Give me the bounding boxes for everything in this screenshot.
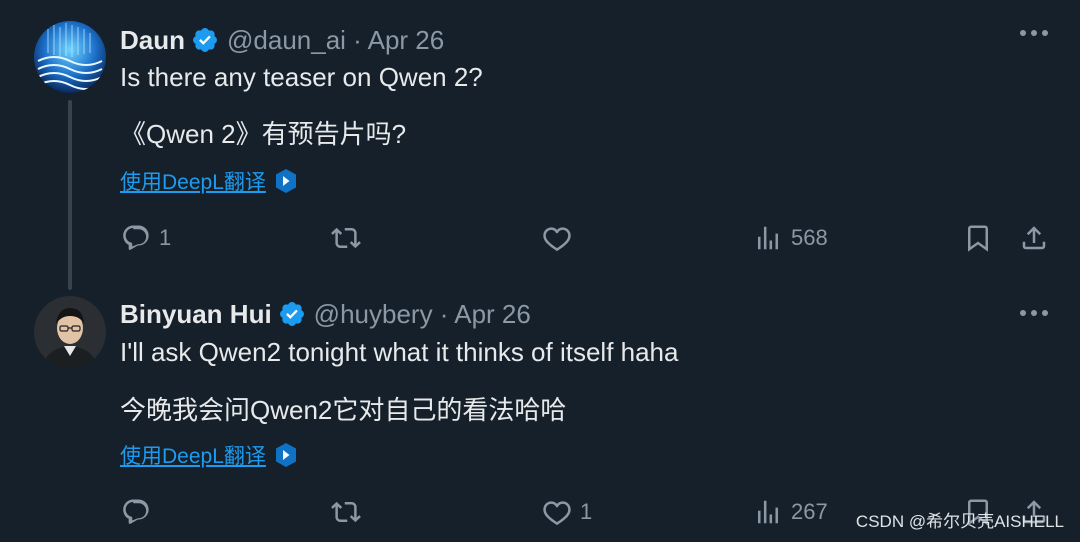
retweet-icon — [331, 227, 361, 249]
share-icon — [1022, 226, 1046, 250]
tweet-text-translated: 今晚我会问Qwen2它对自己的看法哈哈 — [120, 395, 567, 425]
share-button[interactable] — [1019, 220, 1049, 256]
reply-count: 1 — [159, 225, 172, 250]
deepl-icon — [274, 442, 298, 468]
like-button[interactable]: 1 — [542, 494, 592, 530]
like-icon — [543, 227, 571, 252]
tweet-text-translated: 《Qwen 2》有预告片吗? — [120, 119, 407, 149]
like-button[interactable] — [542, 220, 580, 256]
tweet[interactable]: Binyuan Hui @huybery · Apr 26 I'll ask Q… — [0, 290, 1080, 542]
reply-icon — [123, 225, 149, 250]
handle-and-date[interactable]: @daun_ai · Apr 26 — [227, 25, 444, 56]
reply-icon — [123, 499, 149, 524]
reply-button[interactable] — [121, 494, 159, 530]
author-name[interactable]: Binyuan Hui — [120, 299, 272, 330]
views-button[interactable]: 267 — [753, 494, 828, 530]
verified-badge-icon — [191, 26, 219, 54]
translate-label: 使用DeepL翻译 — [120, 445, 266, 468]
translate-link[interactable]: 使用DeepL翻译 — [120, 440, 298, 470]
avatar[interactable] — [34, 21, 106, 93]
views-icon — [758, 500, 778, 524]
views-button[interactable]: 568 — [753, 220, 828, 256]
author-name[interactable]: Daun — [120, 25, 185, 56]
avatar[interactable] — [34, 296, 106, 368]
handle-and-date[interactable]: @huybery · Apr 26 — [314, 299, 531, 330]
action-bar: 1 568 — [0, 220, 1080, 256]
like-count: 1 — [580, 499, 593, 524]
tweet-header: Daun @daun_ai · Apr 26 — [120, 22, 444, 58]
retweet-button[interactable] — [331, 494, 369, 530]
more-icon[interactable] — [1020, 310, 1048, 316]
views-count: 267 — [791, 499, 828, 524]
verified-badge-icon — [278, 300, 306, 328]
more-icon[interactable] — [1020, 30, 1048, 36]
watermark: CSDN @希尔贝壳AISHELL — [855, 512, 1064, 531]
translate-link[interactable]: 使用DeepL翻译 — [120, 166, 298, 196]
retweet-button[interactable] — [331, 220, 369, 256]
bookmark-icon — [968, 225, 988, 252]
views-icon — [758, 226, 778, 250]
views-count: 568 — [791, 225, 828, 250]
reply-button[interactable]: 1 — [121, 220, 171, 256]
tweet[interactable]: Daun @daun_ai · Apr 26 Is there any teas… — [0, 0, 1080, 290]
tweet-text: Is there any teaser on Qwen 2? — [120, 62, 483, 92]
tweet-text: I'll ask Qwen2 tonight what it thinks of… — [120, 337, 679, 367]
bookmark-button[interactable] — [963, 220, 993, 256]
tweet-header: Binyuan Hui @huybery · Apr 26 — [120, 296, 531, 332]
retweet-icon — [331, 501, 361, 523]
thread-view: Daun @daun_ai · Apr 26 Is there any teas… — [0, 0, 1080, 542]
thread-connector-line — [68, 100, 72, 290]
deepl-icon — [274, 168, 298, 194]
translate-label: 使用DeepL翻译 — [120, 171, 266, 194]
like-icon — [543, 501, 571, 526]
